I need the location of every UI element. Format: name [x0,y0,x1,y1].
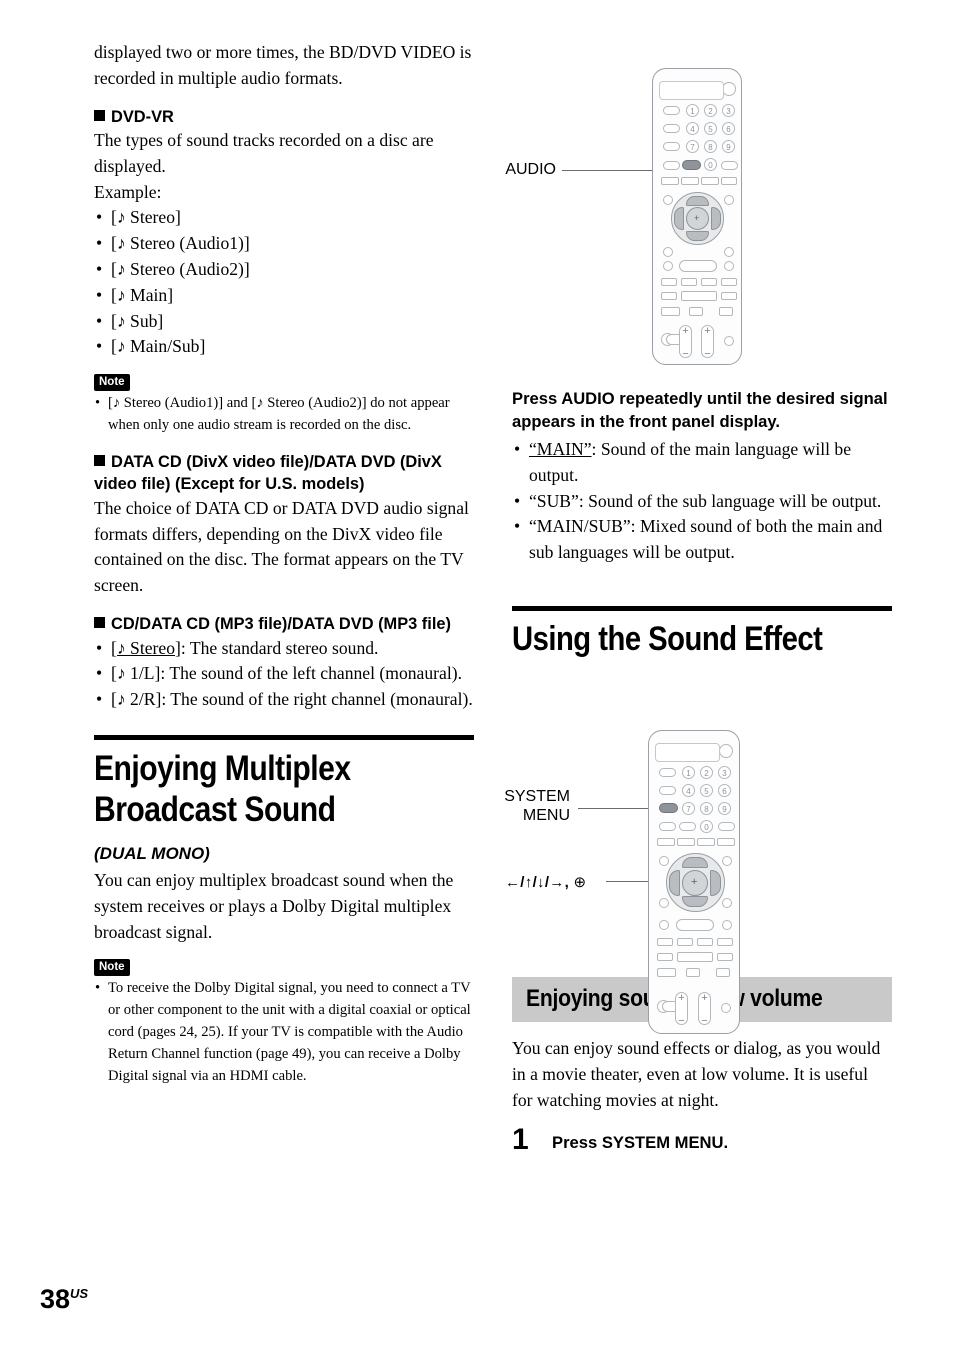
manual-page: displayed two or more times, the BD/DVD … [0,0,954,1352]
color-button-4[interactable] [717,838,735,846]
remote-button-row4-b[interactable] [679,822,696,831]
page-number: 38US [40,1280,88,1313]
step-forward-button[interactable] [697,938,713,946]
arrow-keys-icon: ←/↑/↓/→, [505,874,570,891]
callout-line1: SYSTEM [504,788,570,805]
keypad-2[interactable]: 2 [700,766,713,779]
remote-top-frame [655,743,720,762]
color-button-2[interactable] [677,838,695,846]
channel-minus-icon: − [701,1015,708,1027]
system-menu-button[interactable] [659,803,678,813]
keypad-5[interactable]: 5 [700,784,713,797]
remote-button-row2[interactable] [659,786,676,795]
play-button[interactable] [677,952,713,962]
remote-button-row4-right[interactable] [718,822,735,831]
color-button-3[interactable] [697,838,715,846]
keypad-3[interactable]: 3 [718,766,731,779]
remote-button-left-lower[interactable] [659,898,669,908]
remote-illustration-system-menu: SYSTEM MENU ←/↑/↓/→, ⊕ 1 2 3 4 5 6 7 8 9… [0,0,954,1352]
keypad-4[interactable]: 4 [682,784,695,797]
channel-plus-icon: + [701,992,708,1004]
keypad-9[interactable]: 9 [718,802,731,815]
keypad-6[interactable]: 6 [718,784,731,797]
remote-button-row4[interactable] [659,822,676,831]
remote-button-bottom-right[interactable] [721,1003,731,1013]
keypad-0[interactable]: 0 [700,820,713,833]
open-close-button[interactable] [657,968,676,977]
remote-button-right-upper[interactable] [722,856,732,866]
remote-button-right-lower[interactable] [722,898,732,908]
callout-label-system-menu: SYSTEM MENU [500,787,570,825]
keypad-1[interactable]: 1 [682,766,695,779]
page-number-value: 38 [40,1284,71,1314]
volume-rocker-2[interactable]: + − [698,992,711,1027]
pause-button[interactable] [686,968,700,977]
remote-long-button[interactable] [676,919,714,931]
stop-button[interactable] [716,968,730,977]
rewind-button[interactable] [657,953,673,961]
callout-line2: MENU [522,807,570,824]
remote-button-right-pillrow[interactable] [722,920,732,930]
volume-minus-icon: − [678,1015,685,1027]
keypad-8[interactable]: 8 [700,802,713,815]
prev-track-button[interactable] [657,938,673,946]
power-button[interactable] [719,744,733,758]
color-button-1[interactable] [657,838,675,846]
remote-button-row1[interactable] [659,768,676,777]
fast-forward-button[interactable] [717,953,733,961]
dpad-left-icon[interactable] [669,870,680,896]
next-track-button[interactable] [717,938,733,946]
step-back-button[interactable] [677,938,693,946]
page-region: US [70,1286,89,1301]
remote-button-left-upper[interactable] [659,856,669,866]
callout-label-arrows: ←/↑/↓/→, ⊕ [505,873,586,891]
volume-plus-icon: + [678,992,685,1004]
volume-rocker-1[interactable]: + − [675,992,688,1027]
enter-button-icon: ⊕ [573,874,587,891]
dpad-up-icon[interactable] [682,857,708,868]
remote-button-left-pillrow[interactable] [659,920,669,930]
enter-plus-icon: + [691,876,698,888]
keypad-7[interactable]: 7 [682,802,695,815]
